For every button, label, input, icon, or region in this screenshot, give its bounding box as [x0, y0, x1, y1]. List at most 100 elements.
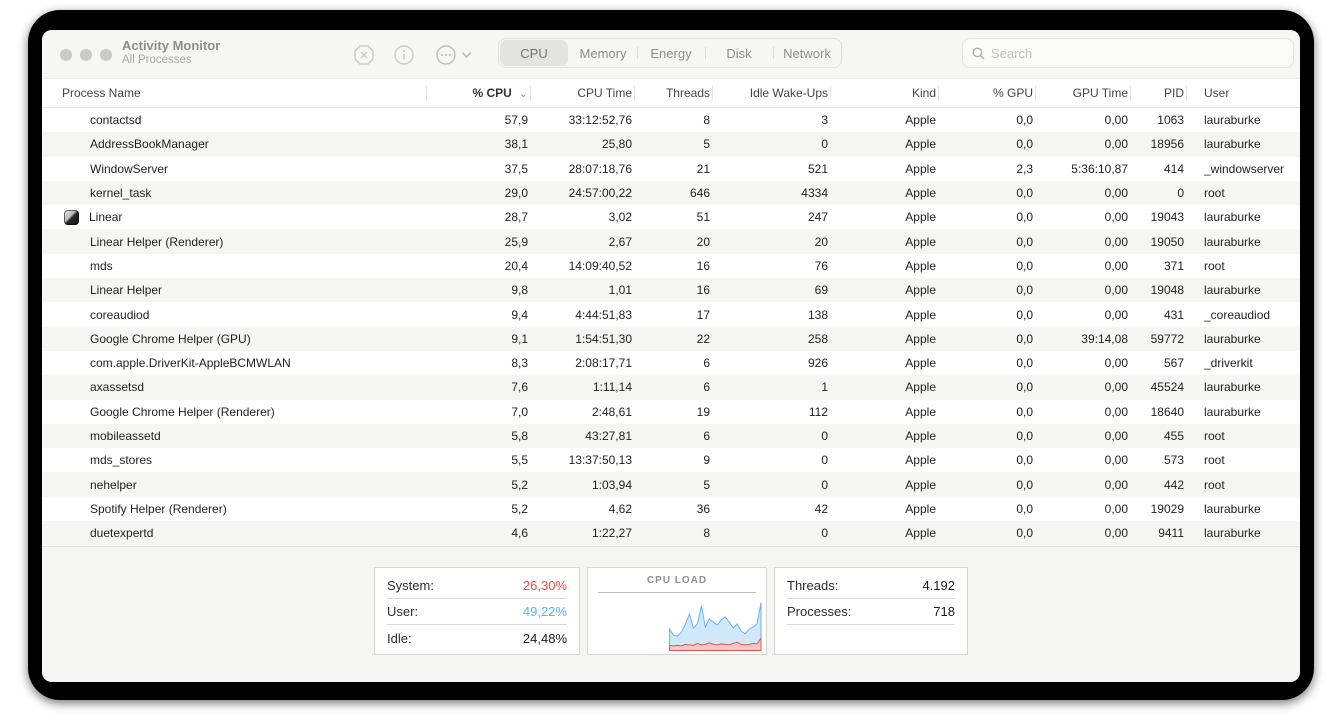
pid-cell: 9411 — [1158, 526, 1184, 541]
icon-gutter — [62, 428, 90, 444]
gpu-cell: 0,0 — [1016, 234, 1033, 249]
kind-cell: Apple — [905, 307, 936, 322]
process-name-cell: mobileassetd — [42, 428, 426, 444]
minimize-window-button[interactable] — [80, 49, 92, 61]
idle-wakeups-cell: 138 — [807, 307, 828, 322]
gpu-time-cell: 0,00 — [1104, 283, 1128, 298]
user-cell: lauraburke — [1204, 137, 1261, 152]
process-row[interactable]: nehelper 5,2 1:03,94 5 0 Apple 0,0 0,00 … — [42, 472, 1300, 497]
column-header-pid[interactable]: PID — [1130, 79, 1186, 107]
process-row[interactable]: Spotify Helper (Renderer) 5,2 4,62 36 42… — [42, 497, 1300, 521]
gpu-cell: 0,0 — [1016, 113, 1033, 128]
column-header-user[interactable]: User — [1186, 79, 1300, 107]
process-row[interactable]: mobileassetd 5,8 43:27,81 6 0 Apple 0,0 … — [42, 423, 1300, 449]
kind-cell: Apple — [905, 331, 936, 346]
idle-wakeups-cell: 521 — [807, 161, 828, 176]
search-icon — [972, 46, 985, 60]
gpu-time-cell: 0,00 — [1104, 477, 1128, 492]
kind-cell: Apple — [905, 453, 936, 468]
cpu-time-cell: 33:12:52,76 — [568, 113, 632, 128]
process-row[interactable]: mds_stores 5,5 13:37:50,13 9 0 Apple 0,0… — [42, 448, 1300, 472]
idle-wakeups-cell: 69 — [814, 283, 828, 298]
column-header-gpu[interactable]: % GPU — [938, 79, 1035, 107]
tab-energy[interactable]: Energy — [637, 39, 705, 67]
process-name-cell: axassetsd — [42, 379, 426, 395]
user-cell: lauraburke — [1204, 113, 1261, 128]
tab-cpu[interactable]: CPU — [500, 40, 568, 66]
threads-cell: 17 — [696, 307, 710, 322]
idle-wakeups-cell: 0 — [821, 477, 828, 492]
tab-disk[interactable]: Disk — [705, 39, 773, 67]
threads-cell: 6 — [703, 356, 710, 371]
icon-gutter — [62, 331, 90, 347]
gpu-time-cell: 0,00 — [1104, 501, 1128, 516]
idle-wakeups-cell: 926 — [807, 356, 828, 371]
search-field[interactable]: Search — [962, 38, 1294, 68]
icon-gutter — [62, 161, 90, 177]
cpu-time-cell: 4:44:51,83 — [575, 307, 632, 322]
gpu-cell: 0,0 — [1016, 380, 1033, 395]
process-row[interactable]: axassetsd 7,6 1:11,14 6 1 Apple 0,0 0,00… — [42, 375, 1300, 400]
gpu-time-cell: 39:14,08 — [1081, 331, 1128, 346]
zoom-window-button[interactable] — [100, 49, 112, 61]
kind-cell: Apple — [905, 429, 936, 443]
process-name-cell: contactsd — [42, 112, 426, 128]
threads-cell: 5 — [703, 477, 710, 492]
process-row[interactable]: kernel_task 29,0 24:57:00,22 646 4334 Ap… — [42, 180, 1300, 206]
view-options-chevron[interactable] — [458, 43, 474, 67]
view-options-button[interactable] — [434, 43, 458, 67]
cpu-time-cell: 25,80 — [601, 137, 632, 152]
column-header-threads[interactable]: Threads — [634, 79, 712, 107]
process-row[interactable]: Google Chrome Helper (GPU) 9,1 1:54:51,3… — [42, 326, 1300, 351]
inspect-process-button[interactable] — [392, 43, 416, 67]
cpu-load-chart — [669, 602, 762, 651]
column-header-gpu-time[interactable]: GPU Time — [1035, 79, 1130, 107]
threads-cell: 6 — [703, 380, 710, 395]
gpu-time-cell: 0,00 — [1104, 186, 1128, 201]
idle-wakeups-cell: 3 — [821, 113, 828, 128]
cpu-cell: 5,2 — [511, 477, 528, 492]
gpu-time-cell: 0,00 — [1104, 137, 1128, 152]
cpu-time-cell: 13:37:50,13 — [568, 453, 632, 468]
quit-process-button[interactable] — [352, 43, 376, 67]
tab-network[interactable]: Network — [773, 39, 841, 67]
tab-memory[interactable]: Memory — [569, 39, 637, 67]
process-row[interactable]: contactsd 57,9 33:12:52,76 8 3 Apple 0,0… — [42, 108, 1300, 132]
process-row[interactable]: AddressBookManager 38,1 25,80 5 0 Apple … — [42, 132, 1300, 157]
idle-wakeups-cell: 0 — [821, 429, 828, 443]
column-header-kind[interactable]: Kind — [830, 79, 938, 107]
threads-cell: 16 — [696, 258, 710, 273]
process-row[interactable]: Linear Helper (Renderer) 25,9 2,67 20 20… — [42, 229, 1300, 254]
idle-wakeups-cell: 1 — [821, 380, 828, 395]
gpu-cell: 0,0 — [1016, 331, 1033, 346]
process-name-cell: mds_stores — [42, 452, 426, 468]
activity-monitor-window: Activity Monitor All Processes CPU Memor… — [42, 30, 1300, 682]
gpu-cell: 0,0 — [1016, 453, 1033, 468]
process-row[interactable]: com.apple.DriverKit-AppleBCMWLAN 8,3 2:0… — [42, 351, 1300, 375]
threads-cell: 36 — [696, 501, 710, 516]
kind-cell: Apple — [905, 258, 936, 273]
column-header-cpu[interactable]: % CPU ⌄ — [426, 79, 530, 107]
threads-cell: 6 — [703, 429, 710, 443]
column-header-idle-wakeups[interactable]: Idle Wake-Ups — [712, 79, 830, 107]
gpu-time-cell: 0,00 — [1104, 380, 1128, 395]
process-row[interactable]: Google Chrome Helper (Renderer) 7,0 2:48… — [42, 400, 1300, 424]
idle-wakeups-cell: 20 — [814, 234, 828, 249]
process-row[interactable]: coreaudiod 9,4 4:44:51,83 17 138 Apple 0… — [42, 302, 1300, 326]
process-row[interactable]: mds 20,4 14:09:40,52 16 76 Apple 0,0 0,0… — [42, 254, 1300, 278]
kind-cell: Apple — [905, 137, 936, 152]
close-window-button[interactable] — [60, 49, 72, 61]
process-name-cell: Spotify Helper (Renderer) — [42, 501, 426, 517]
process-row[interactable]: duetexpertd 4,6 1:22,27 8 0 Apple 0,0 0,… — [42, 521, 1300, 546]
process-row[interactable]: Linear 28,7 3,02 51 247 Apple 0,0 0,00 1… — [42, 205, 1300, 229]
gpu-cell: 0,0 — [1016, 501, 1033, 516]
process-row[interactable]: Linear Helper 9,8 1,01 16 69 Apple 0,0 0… — [42, 278, 1300, 303]
pid-cell: 573 — [1163, 453, 1184, 468]
pid-cell: 1063 — [1157, 113, 1184, 128]
column-header-cpu-time[interactable]: CPU Time — [530, 79, 634, 107]
system-value: 26,30% — [522, 578, 567, 593]
process-row[interactable]: WindowServer 37,5 28:07:18,76 21 521 App… — [42, 157, 1300, 181]
column-header-process-name[interactable]: Process Name — [42, 79, 426, 107]
pid-cell: 431 — [1163, 307, 1184, 322]
process-name-cell: nehelper — [42, 477, 426, 493]
